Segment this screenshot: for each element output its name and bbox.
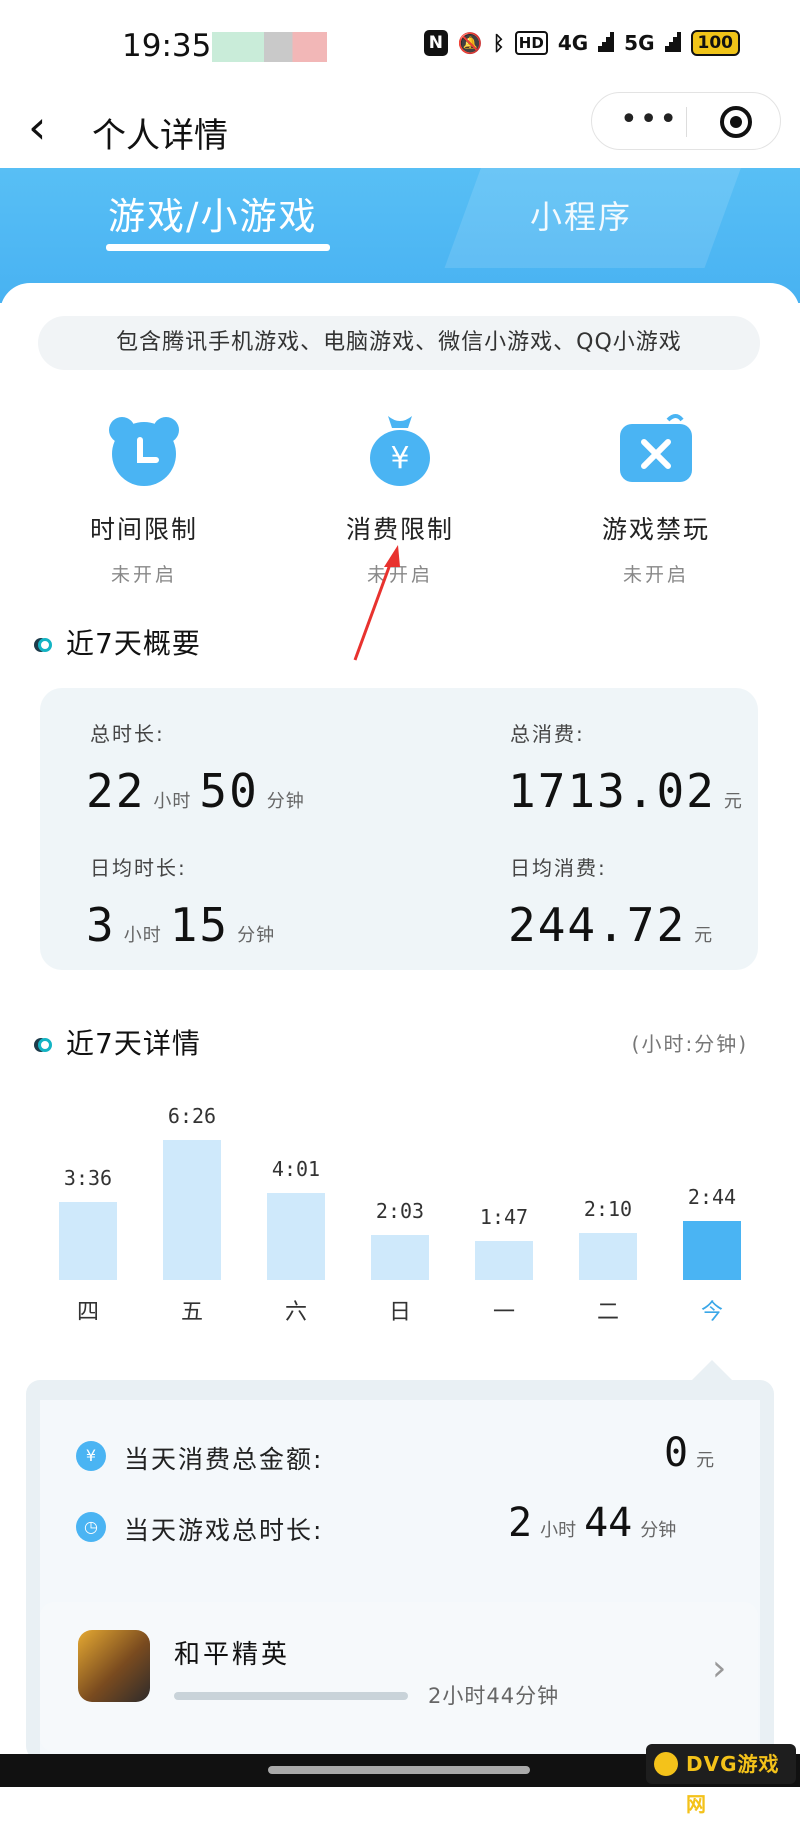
control-status: 未开启 (622, 564, 689, 586)
today-spend-value: 0元 (664, 1430, 715, 1476)
day-tick-label[interactable]: 四 (48, 1294, 128, 1326)
summary-panel: 总时长: 22 小时 50 分钟 总消费: 1713.02 元 日均时长: 3 小时 15 分… (40, 688, 758, 970)
chart-bar[interactable] (579, 1232, 637, 1280)
capsule-divider (686, 107, 687, 137)
bar-value-label: 4:01 (271, 1156, 321, 1181)
chart-unit-note: (小时:分钟) (631, 1032, 748, 1056)
miniprogram-capsule: ••• (591, 92, 781, 150)
chart-bar[interactable] (267, 1192, 325, 1280)
section-details-title: 近7天详情 (38, 1022, 201, 1062)
avg-spend-label: 日均消费: (510, 856, 607, 880)
bar-value-label: 3:36 (63, 1165, 113, 1190)
chevron-right-icon: › (712, 1648, 727, 1689)
avg-spend-value: 244.72 元 (508, 898, 714, 952)
game-app-icon (78, 1630, 150, 1702)
back-button[interactable]: ‹ (28, 102, 46, 152)
clock-icon (104, 410, 184, 490)
today-spend-label: 当天消费总金额: (124, 1445, 324, 1474)
total-spend-label: 总消费: (510, 722, 585, 746)
control-time-limit[interactable]: 时间限制 未开启 (44, 410, 244, 587)
control-label: 消费限制 (345, 515, 454, 544)
nfc-icon: N (423, 30, 448, 56)
total-time-label: 总时长: (90, 722, 165, 746)
svg-text:¥: ¥ (390, 441, 409, 476)
bluetooth-icon: ᛒ (492, 31, 505, 55)
bar-value-label: 2:03 (375, 1199, 425, 1224)
day-tick-label[interactable]: 今 (672, 1294, 752, 1326)
status-time: 19:35 (122, 28, 212, 64)
avg-time-label: 日均时长: (90, 856, 187, 880)
control-status: 未开启 (110, 564, 177, 586)
mute-bell-icon: 🔕 (457, 31, 483, 55)
bar-value-label: 2:44 (687, 1184, 737, 1209)
bar-value-label: 1:47 (479, 1205, 529, 1230)
control-label: 时间限制 (89, 515, 198, 544)
signal-5g-label: 5G (624, 31, 655, 55)
nav-bar: ‹ 个人详情 ••• (0, 92, 800, 168)
total-time-value: 22 小时 50 分钟 (86, 764, 305, 818)
chart-bar[interactable] (163, 1140, 221, 1280)
page-title: 个人详情 (92, 116, 228, 156)
game-time-bar (174, 1692, 408, 1700)
selected-day-pointer (690, 1360, 734, 1382)
game-row[interactable]: 和平精英 2小时44分钟 › (40, 1602, 758, 1752)
day-tick-label[interactable]: 二 (568, 1294, 648, 1326)
signal-bars-icon (664, 32, 681, 54)
day-tick-label[interactable]: 五 (152, 1294, 232, 1326)
control-game-ban[interactable]: 游戏禁玩 未开启 (556, 410, 756, 587)
red-annotation-arrow (353, 545, 400, 661)
status-icons: N 🔕 ᛒ HD 4G 5G 100 (423, 30, 740, 56)
status-bar: 19:35 N 🔕 ᛒ HD 4G 5G 100 (0, 0, 800, 92)
section-summary-title: 近7天概要 (38, 622, 201, 662)
chart-bar[interactable] (371, 1235, 429, 1280)
more-menu-button[interactable]: ••• (620, 105, 679, 135)
scope-note: 包含腾讯手机游戏、电脑游戏、微信小游戏、QQ小游戏 (38, 316, 760, 370)
today-time-value: 2 小时 44 分钟 (508, 1500, 677, 1546)
signal-bars-icon (598, 32, 615, 54)
section-bullet-icon (38, 638, 52, 652)
avg-time-value: 3 小时 15 分钟 (86, 898, 276, 952)
day-tick-label[interactable]: 六 (256, 1294, 336, 1326)
active-tab-indicator (106, 244, 330, 251)
game-name: 和平精英 (174, 1640, 291, 1670)
day-tick-label[interactable]: 一 (464, 1294, 544, 1326)
daily-usage-chart: 3:36 四 6:26 五 4:01 六 2:03 日 1:47 一 2:10 二 2:44 今 (0, 1080, 800, 1340)
chart-bar[interactable] (475, 1241, 533, 1280)
money-bag-icon: ¥ (360, 410, 440, 490)
clock-icon: ◷ (76, 1512, 106, 1542)
day-tick-label[interactable]: 日 (360, 1294, 440, 1326)
close-miniprogram-button[interactable] (720, 106, 752, 138)
chart-bar[interactable] (59, 1201, 117, 1280)
watermark-logo: DVG游戏网 (646, 1744, 796, 1816)
game-time: 2小时44分钟 (428, 1684, 560, 1708)
tab-miniprograms[interactable]: 小程序 (530, 192, 632, 238)
battery-icon: 100 (690, 30, 740, 56)
bar-value-label: 6:26 (167, 1104, 217, 1128)
chart-bar[interactable] (683, 1220, 741, 1280)
tab-games[interactable]: 游戏/小游戏 (108, 186, 317, 240)
total-spend-value: 1713.02 元 (508, 764, 743, 818)
money-bag-icon: ¥ (76, 1441, 106, 1471)
signal-4g-label: 4G (557, 31, 589, 55)
ban-icon (616, 410, 696, 490)
bar-value-label: 2:10 (583, 1196, 633, 1221)
today-time-label: 当天游戏总时长: (124, 1516, 324, 1545)
hd-badge: HD (514, 31, 548, 55)
section-bullet-icon (38, 1038, 52, 1052)
blurred-notification-icons (212, 32, 327, 62)
control-label: 游戏禁玩 (601, 515, 710, 544)
